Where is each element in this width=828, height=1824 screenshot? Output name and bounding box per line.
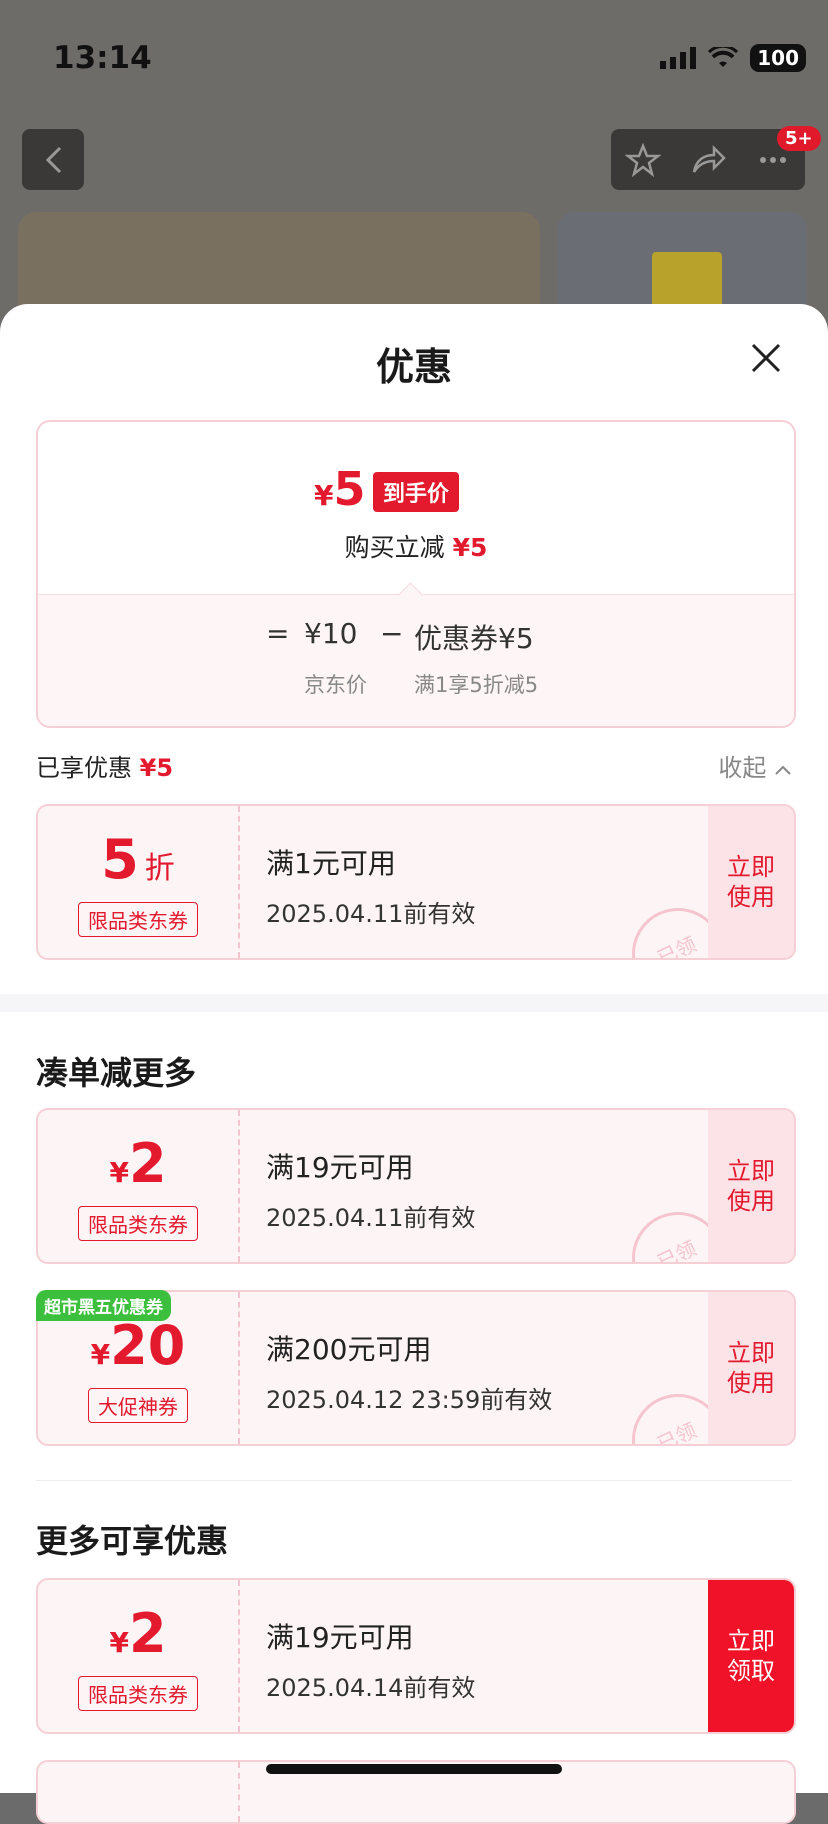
coupon-divider [238,1110,240,1262]
price-summary: ¥5 到手价 购买立减 ¥5 = ¥10 京东价 − 优惠券¥5 满1享5折减5 [36,420,796,728]
coupon-tag: 限品类东券 [78,1676,198,1711]
price-formula: = ¥10 京东价 − 优惠券¥5 满1享5折减5 [38,594,794,726]
coupon-condition: 满19元可用 [266,1151,414,1184]
enjoyed-amount: ¥5 [139,754,174,782]
coupon-amount-unit: 折 [144,851,175,886]
coupon-expiry: 2025.04.11前有效 [266,900,476,928]
use-now-button[interactable]: 立即 使用 [708,1292,794,1444]
coupon-value-area: 5折 限品类东券 [38,806,238,958]
coupon-divider [238,806,240,958]
coupon-amount: ¥20 [38,1314,238,1377]
coupon-tag: 限品类东券 [78,902,198,937]
coupon-amount: ¥2 [38,1602,238,1665]
currency-symbol: ¥ [90,1338,111,1371]
use-now-label: 立即 使用 [727,1339,775,1397]
promo-badge: 超市黑五优惠券 [36,1290,171,1321]
minus-sign: − [380,617,404,650]
background-page: 13:14 100 5+ [0,0,828,332]
coupon-divider [238,1292,240,1444]
battery-indicator: 100 [750,44,806,72]
final-price-value: 5 [333,462,366,516]
reduce-text: 购买立减 [344,533,445,562]
coupon-expiry: 2025.04.14前有效 [266,1674,476,1702]
notification-badge: 5+ [777,126,821,151]
coupon-tag: 限品类东券 [78,1206,198,1241]
use-now-label: 立即 使用 [727,853,775,911]
coupon-condition: 满1元可用 [266,847,396,880]
coupon-amount-value: 2 [128,1132,167,1195]
collapse-button[interactable]: 收起 [718,748,792,783]
coupon-value-area: ¥2 限品类东券 [38,1580,238,1732]
chevron-left-icon [45,146,62,173]
equals-sign: = [266,617,290,650]
coupon-card: ¥2 限品类东券 满19元可用 2025.04.14前有效 立即 领取 [36,1578,796,1734]
enjoyed-coupon: 5折 限品类东券 满1元可用 2025.04.11前有效 已领 立即 使用 [36,804,796,960]
final-price-tag: 到手价 [373,472,460,512]
status-time: 13:14 [53,40,152,76]
use-now-label: 立即 使用 [727,1157,775,1215]
coupon-desc: 满1享5折减5 [414,673,539,697]
top-actions [611,129,805,190]
close-icon[interactable] [748,340,784,376]
currency-symbol: ¥ [109,1156,129,1189]
jd-price: ¥10 [304,617,358,650]
coupon-condition: 满200元可用 [266,1333,432,1366]
currency-symbol: ¥ [314,479,334,512]
sheet-title: 优惠 [375,345,452,389]
claim-now-button[interactable]: 立即 领取 [708,1580,794,1732]
final-price: ¥5 [314,462,366,516]
status-bar: 13:14 100 [0,0,828,110]
reduce-line: 购买立减 ¥5 [38,528,794,564]
use-now-button[interactable]: 立即 使用 [708,1110,794,1262]
section-gap [0,994,828,1012]
use-now-button[interactable]: 立即 使用 [708,806,794,958]
coupon-tag: 大促神券 [88,1388,188,1423]
discount-sheet: 优惠 ¥5 到手价 购买立减 ¥5 = ¥10 京东价 − 优惠券¥5 满1享5… [0,304,828,1824]
reduce-amount: ¥5 [452,533,488,562]
enjoyed-label: 已享优惠 [36,754,132,782]
coupon-divider [238,1580,240,1732]
coupon-text: 优惠券¥5 [414,622,534,655]
chevron-up-icon [775,765,791,775]
coupon-divider [238,1762,240,1822]
signal-icon [660,47,697,69]
star-icon[interactable] [625,142,662,178]
coupon-amount-value: 20 [110,1314,186,1377]
wifi-icon [708,47,739,67]
divider [36,1480,792,1481]
coupon-amount-value: 2 [128,1602,167,1665]
currency-symbol: ¥ [109,1626,129,1659]
home-indicator [266,1764,562,1774]
coupon-expiry: 2025.04.12 23:59前有效 [266,1386,553,1414]
coupon-value-area: ¥2 限品类东券 [38,1110,238,1262]
coupon-card: ¥2 限品类东券 满19元可用 2025.04.11前有效 已领 立即 使用 [36,1108,796,1264]
claim-now-label: 立即 领取 [727,1627,775,1685]
share-icon[interactable] [690,142,726,178]
jd-price-label: 京东价 [304,673,367,697]
back-button[interactable] [22,129,84,190]
coupon-amount: 5折 [38,828,238,891]
coupon-expiry: 2025.04.11前有效 [266,1204,476,1232]
coupon-condition: 满19元可用 [266,1621,414,1654]
enjoyed-row: 已享优惠 ¥5 [36,748,173,783]
collapse-label: 收起 [718,754,767,782]
section-title: 凑单减更多 [36,1054,197,1092]
coupon-amount: ¥2 [38,1132,238,1195]
section-title: 更多可享优惠 [36,1522,229,1560]
coupon-amount-value: 5 [101,828,139,891]
status-icons: 100 [660,44,806,72]
